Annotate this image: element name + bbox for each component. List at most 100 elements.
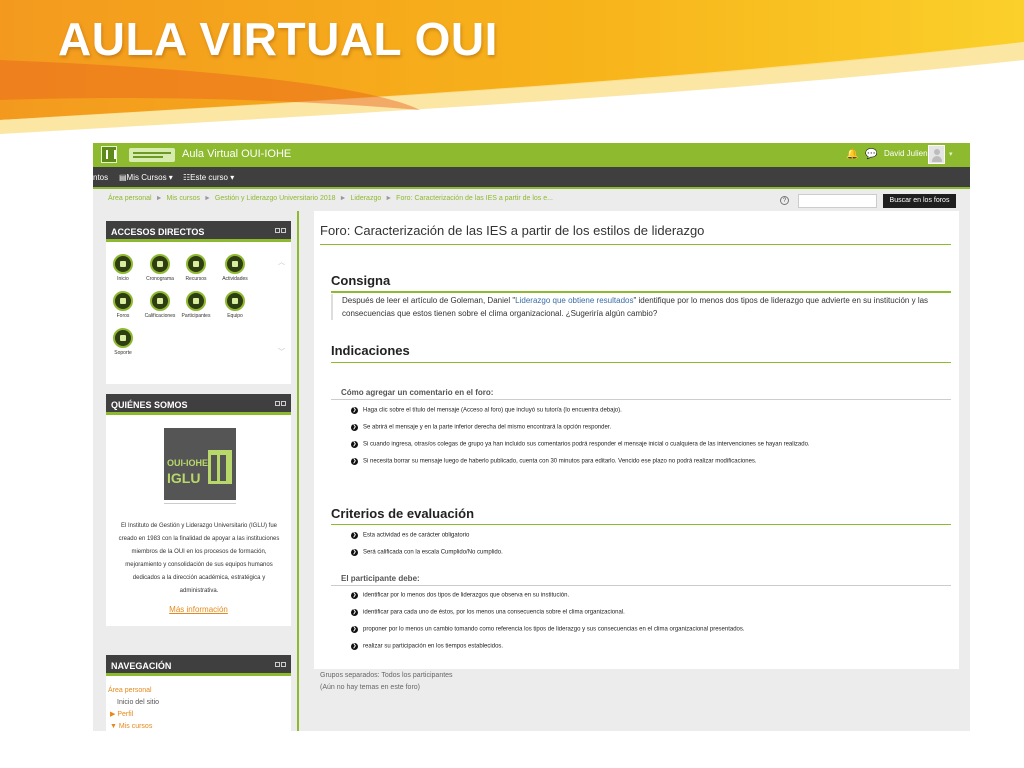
collapse-icon[interactable]: [275, 228, 280, 233]
bullet-icon: ❯: [351, 424, 358, 431]
bullet-icon: ❯: [351, 532, 358, 539]
team-icon: [225, 291, 245, 311]
breadcrumb-item[interactable]: Foro: Caracterización de las IES a parti…: [396, 195, 553, 202]
list-item-text: identificar para cada uno de éstos, por …: [363, 609, 625, 616]
wrench-icon: [113, 328, 133, 348]
block-controls[interactable]: [274, 398, 288, 406]
list-item: ❯ Será calificada con la escala Cumplido/…: [351, 549, 503, 556]
search-forums-button[interactable]: Buscar en los foros: [883, 194, 956, 208]
goleman-article-link[interactable]: Liderazgo que obtiene resultados: [515, 296, 633, 305]
block-controls[interactable]: [274, 225, 288, 233]
bullet-icon: ❯: [351, 458, 358, 465]
consigna-text: Después de leer el artículo de Goleman, …: [331, 294, 948, 320]
list-item: ❯ Haga clic sobre el título del mensaje (…: [351, 407, 622, 414]
nav-bar: ntos ▤Mis Cursos ▾ ☷Este curso ▾: [93, 167, 970, 187]
dock-icon[interactable]: [281, 401, 286, 406]
bullet-icon: ❯: [351, 592, 358, 599]
bullet-icon: ❯: [351, 626, 358, 633]
bell-icon[interactable]: 🔔: [846, 149, 858, 160]
title-rule: [320, 244, 951, 245]
criterios-heading: Criterios de evaluación: [331, 506, 475, 521]
list-item: ❯ identificar por lo menos dos tipos de l…: [351, 592, 569, 599]
list-item: ❯ Si necesita borrar su mensaje luego de …: [351, 458, 757, 465]
moodle-screenshot: Aula Virtual OUI-IOHE 🔔 💬 David Julien ▾…: [93, 143, 970, 731]
como-heading: Cómo agregar un comentario en el foro:: [341, 388, 494, 397]
breadcrumb-separator: ►: [339, 195, 347, 202]
user-name[interactable]: David Julien: [884, 149, 928, 158]
nav-item-mis-cursos[interactable]: ▤Mis Cursos ▾: [119, 173, 173, 182]
consigna-heading: Consigna: [331, 273, 391, 288]
list-item-text: Si cuando ingresa, otras/os colegas de g…: [363, 441, 810, 448]
nav-item-eventos[interactable]: ntos: [93, 173, 108, 182]
pillars-icon: [208, 450, 232, 484]
slide-banner: AULA VIRTUAL OUI: [0, 0, 1024, 140]
list-item-text: Será calificada con la escala Cumplido/N…: [363, 549, 503, 556]
section-rule: [331, 362, 951, 363]
list-item-text: proponer por lo menos un cambio tomando …: [363, 626, 745, 633]
breadcrumb-item[interactable]: Gestión y Liderazgo Universitario 2018: [215, 195, 336, 202]
more-info-link[interactable]: Más información: [106, 605, 291, 614]
breadcrumb-separator: ►: [155, 195, 163, 202]
chevron-down-icon[interactable]: ▾: [949, 150, 953, 158]
folder-icon: [186, 254, 206, 274]
shortcut-soporte[interactable]: Soporte: [93, 328, 153, 356]
list-item: ❯ proponer por lo menos un cambio tomando…: [351, 626, 745, 633]
site-title[interactable]: Aula Virtual OUI-IOHE: [182, 148, 291, 160]
breadcrumb-item[interactable]: Área personal: [108, 195, 152, 202]
top-bar: Aula Virtual OUI-IOHE 🔔 💬 David Julien ▾: [93, 143, 970, 167]
nav-link-mis-cursos[interactable]: ▼ Mis cursos: [108, 721, 159, 731]
block-title: QUIÉNES SOMOS: [106, 394, 291, 415]
collapse-icon[interactable]: [275, 662, 280, 667]
breadcrumb-separator: ►: [385, 195, 393, 202]
bullet-icon: ❯: [351, 549, 358, 556]
dock-icon[interactable]: [281, 228, 286, 233]
list-item-text: Si necesita borrar su mensaje luego de h…: [363, 458, 757, 465]
scroll-down-icon[interactable]: ﹀: [278, 347, 285, 357]
block-title-text: NAVEGACIÓN: [111, 661, 172, 671]
subsection-rule: [331, 585, 951, 586]
collapse-icon[interactable]: [275, 401, 280, 406]
section-rule: [331, 524, 951, 525]
logo-text-oui: OUI-IOHE: [167, 458, 209, 468]
bullet-icon: ❯: [351, 609, 358, 616]
dock-icon[interactable]: [281, 662, 286, 667]
logo-text-iglu: IGLU: [167, 470, 201, 486]
breadcrumb-item[interactable]: Mis cursos: [167, 195, 200, 202]
groups-selector[interactable]: Grupos separados: Todos los participante…: [320, 672, 453, 679]
help-icon[interactable]: ?: [780, 196, 789, 205]
shortcut-label: Actividades: [222, 276, 248, 282]
nav-link-perfil[interactable]: ▶ Perfil: [108, 709, 159, 721]
shortcut-label: Equipo: [227, 313, 243, 319]
search-input[interactable]: [798, 194, 877, 208]
list-item: ❯ Esta actividad es de carácter obligator…: [351, 532, 469, 539]
block-title-text: QUIÉNES SOMOS: [111, 400, 188, 410]
breadcrumb-item[interactable]: Liderazgo: [350, 195, 381, 202]
pencil-icon: [225, 254, 245, 274]
oui-logo-icon[interactable]: [101, 146, 117, 163]
list-item-text: realizar su participación en los tiempos…: [363, 643, 504, 650]
breadcrumb: Área personal ► Mis cursos ► Gestión y Lider…: [108, 195, 553, 202]
consigna-text-start: Después de leer el artículo de Goleman, …: [342, 296, 516, 305]
nav-item-este-curso[interactable]: ☷Este curso ▾: [183, 173, 234, 182]
list-item: ❯ Se abrirá el mensaje y en la parte infe…: [351, 424, 611, 431]
nav-link-inicio-sitio[interactable]: Inicio del sitio: [108, 697, 159, 709]
no-topics-text: (Aún no hay temas en este foro): [320, 684, 420, 691]
avatar[interactable]: [928, 145, 945, 164]
block-controls[interactable]: [274, 659, 288, 667]
chat-icon[interactable]: 💬: [865, 149, 877, 160]
nav-link-area-personal[interactable]: Área personal: [108, 685, 159, 697]
bullet-icon: ❯: [351, 441, 358, 448]
shortcut-actividades[interactable]: Actividades: [205, 254, 265, 282]
list-item: ❯ identificar para cada uno de éstos, por…: [351, 609, 625, 616]
scroll-up-icon[interactable]: ︿: [278, 257, 285, 267]
subsection-rule: [331, 399, 951, 400]
iglu-banner-logo: [129, 148, 175, 162]
section-rule: [331, 291, 951, 293]
block-title: ACCESOS DIRECTOS: [106, 221, 291, 242]
shortcut-equipo[interactable]: Equipo: [205, 291, 265, 319]
list-item-text: Haga clic sobre el título del mensaje (A…: [363, 407, 622, 414]
block-title: NAVEGACIÓN: [106, 655, 291, 676]
shortcut-label: Soporte: [114, 350, 132, 356]
page-title: Foro: Caracterización de las IES a parti…: [320, 223, 705, 238]
breadcrumb-row: Área personal ► Mis cursos ► Gestión y Lider…: [93, 187, 970, 211]
